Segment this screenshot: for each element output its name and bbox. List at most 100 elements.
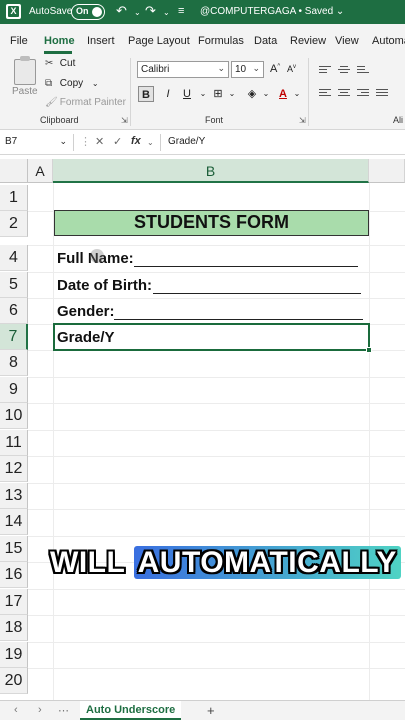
row-header[interactable]: 9: [0, 377, 28, 403]
dob-cell[interactable]: Date of Birth:: [57, 277, 152, 294]
align-bottom-icon[interactable]: [357, 66, 369, 75]
row-header[interactable]: 19: [0, 642, 28, 668]
font-launcher-icon[interactable]: ⇲: [299, 116, 306, 125]
row-header[interactable]: 5: [0, 272, 28, 298]
row-header[interactable]: 10: [0, 403, 28, 429]
underline-dropdown-icon[interactable]: ⌄: [195, 86, 211, 102]
font-name-select[interactable]: Calibri ⌄: [137, 61, 229, 78]
align-left-icon[interactable]: [319, 89, 331, 98]
increase-font-icon[interactable]: A^: [270, 63, 280, 75]
align-top-icon[interactable]: [319, 66, 331, 75]
copy-button[interactable]: ⧉ Copy ⌄: [45, 78, 99, 89]
scroll-left-icon[interactable]: ‹: [14, 704, 18, 716]
row-header[interactable]: 12: [0, 456, 28, 482]
copy-label: Copy: [59, 78, 84, 89]
sheet-list-icon[interactable]: ⋯: [58, 704, 69, 717]
tab-file[interactable]: File: [10, 35, 28, 47]
tab-view[interactable]: View: [335, 35, 359, 47]
column-header-a[interactable]: A: [28, 159, 53, 183]
scroll-right-icon[interactable]: ›: [38, 704, 42, 716]
autosave-toggle[interactable]: On: [71, 4, 105, 20]
gridline: [28, 298, 405, 299]
row-header-selected[interactable]: 7: [0, 324, 28, 350]
tab-page-layout[interactable]: Page Layout: [128, 35, 190, 47]
caption-highlight-word: AUTOMATICALLY: [133, 546, 401, 579]
more-options-icon[interactable]: ⋮: [80, 135, 91, 148]
insert-function-icon[interactable]: fx: [131, 135, 141, 147]
gender-cell[interactable]: Gender:: [57, 303, 115, 320]
paste-icon[interactable]: [14, 56, 36, 85]
tab-data[interactable]: Data: [254, 35, 277, 47]
copy-dropdown-icon[interactable]: ⌄: [92, 79, 99, 88]
tab-automate[interactable]: Automa: [372, 35, 405, 47]
cut-button[interactable]: ✂ Cut: [45, 58, 75, 69]
row-header[interactable]: 13: [0, 483, 28, 509]
scissors-icon: ✂: [45, 58, 54, 69]
fill-handle[interactable]: [366, 347, 372, 353]
row-header[interactable]: 2: [0, 211, 28, 237]
font-name-value: Calibri: [141, 64, 170, 75]
cancel-icon[interactable]: ✕: [95, 135, 104, 148]
borders-dropdown-icon[interactable]: ⌄: [224, 86, 240, 102]
gridline: [28, 536, 405, 537]
decrease-font-icon[interactable]: Av: [287, 64, 296, 74]
font-color-dropdown-icon[interactable]: ⌄: [289, 86, 305, 102]
row-header[interactable]: 20: [0, 668, 28, 694]
dob-underline: [153, 293, 361, 294]
confirm-icon[interactable]: ✓: [113, 135, 122, 148]
tab-formulas[interactable]: Formulas: [198, 35, 244, 47]
underline-button[interactable]: U: [179, 86, 195, 102]
align-middle-icon[interactable]: [338, 66, 350, 75]
row-header[interactable]: 15: [0, 536, 28, 562]
gridline: [28, 377, 405, 378]
clipboard-launcher-icon[interactable]: ⇲: [121, 116, 128, 125]
formula-input[interactable]: Grade/Y: [160, 134, 405, 151]
autosave-label: AutoSave: [29, 6, 73, 17]
worksheet-grid[interactable]: A B 1 2 4 5 6 7 8 9 10 11 12 13 14 15 16…: [0, 155, 405, 700]
italic-button[interactable]: I: [160, 86, 176, 102]
row-header[interactable]: 1: [0, 185, 28, 211]
row-header[interactable]: 16: [0, 562, 28, 588]
tab-insert[interactable]: Insert: [87, 35, 115, 47]
undo-icon[interactable]: ↶: [116, 3, 127, 19]
sheet-tab-active[interactable]: Auto Underscore: [80, 701, 182, 720]
row-header[interactable]: 4: [0, 245, 28, 271]
align-right-icon[interactable]: [357, 89, 369, 98]
name-box[interactable]: B7 ⌄: [2, 134, 74, 151]
paste-label[interactable]: Paste: [12, 86, 38, 97]
name-box-value: B7: [5, 136, 18, 147]
autosave-state: On: [76, 6, 89, 16]
row-header[interactable]: 6: [0, 298, 28, 324]
ribbon-tabs: File Home Insert Page Layout Formulas Da…: [0, 24, 405, 54]
grade-cell[interactable]: Grade/Y: [57, 329, 115, 346]
tab-home[interactable]: Home: [44, 35, 75, 47]
redo-dropdown-icon[interactable]: ⌄: [163, 8, 170, 17]
column-header-b[interactable]: B: [53, 159, 369, 183]
gridline: [369, 183, 370, 700]
align-center-icon[interactable]: [338, 89, 350, 98]
form-title-cell[interactable]: STUDENTS FORM: [54, 210, 369, 236]
row-header[interactable]: 8: [0, 350, 28, 376]
row-header[interactable]: 18: [0, 615, 28, 641]
column-header-c[interactable]: [369, 159, 405, 183]
redo-icon[interactable]: ↷: [145, 3, 156, 19]
row-header[interactable]: 11: [0, 430, 28, 456]
function-dropdown-icon[interactable]: ⌄: [147, 138, 154, 147]
document-title[interactable]: @COMPUTERGAGA • Saved ⌄: [200, 6, 344, 17]
select-all-corner[interactable]: [0, 159, 28, 183]
font-size-select[interactable]: 10 ⌄: [231, 61, 264, 78]
caption-word: WILL: [50, 546, 125, 579]
justify-icon[interactable]: [376, 89, 388, 98]
row-header[interactable]: 14: [0, 509, 28, 535]
fill-dropdown-icon[interactable]: ⌄: [258, 86, 274, 102]
format-painter-button[interactable]: 🖌 Format Painter: [45, 97, 126, 108]
undo-dropdown-icon[interactable]: ⌄: [134, 8, 141, 17]
tab-review[interactable]: Review: [290, 35, 326, 47]
row-header[interactable]: 17: [0, 589, 28, 615]
bold-button[interactable]: B: [138, 86, 154, 102]
add-sheet-button[interactable]: +: [207, 703, 215, 718]
group-divider: [308, 58, 309, 126]
quick-access-more-icon[interactable]: ≡: [178, 5, 184, 17]
gridline: [53, 183, 54, 700]
format-painter-label: Format Painter: [59, 97, 126, 108]
